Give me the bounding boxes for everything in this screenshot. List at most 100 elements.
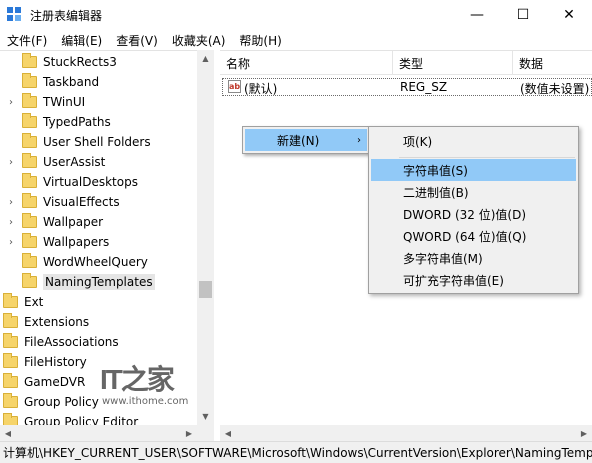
maximize-button[interactable]: ☐ (500, 0, 546, 30)
menu-item-expandable-string-value[interactable]: 可扩充字符串值(E) (371, 269, 576, 291)
folder-icon (22, 173, 37, 188)
close-button[interactable]: ✕ (546, 0, 592, 30)
context-menu: 新建(N) › (242, 126, 370, 154)
title-bar: 注册表编辑器 — ☐ ✕ (0, 0, 592, 30)
tree-item-label: StuckRects3 (43, 55, 117, 69)
submenu-arrow-icon: › (357, 134, 361, 146)
tree-item-virtualdesktops[interactable]: VirtualDesktops (6, 172, 138, 192)
folder-icon (22, 113, 37, 128)
tree-item-visualeffects[interactable]: › VisualEffects (6, 192, 120, 212)
tree-item-taskband[interactable]: Taskband (6, 72, 99, 92)
folder-icon (22, 153, 37, 168)
tree-item-fileassociations[interactable]: FileAssociations (0, 332, 119, 352)
column-header-type[interactable]: 类型 (393, 51, 513, 75)
folder-icon (22, 253, 37, 268)
tree-item-twinui[interactable]: › TWinUI (6, 92, 85, 112)
menu-item-key[interactable]: 项(K) (371, 130, 576, 152)
scroll-up-icon[interactable]: ▲ (197, 50, 214, 67)
chevron-right-icon[interactable]: › (6, 237, 16, 248)
column-header-name[interactable]: 名称 (220, 51, 393, 75)
menu-help[interactable]: 帮助(H) (232, 32, 288, 49)
menu-bar: 文件(F) 编辑(E) 查看(V) 收藏夹(A) 帮助(H) (0, 30, 592, 50)
status-bar: 计算机\HKEY_CURRENT_USER\SOFTWARE\Microsoft… (0, 441, 592, 463)
watermark-url: www.ithome.com (102, 396, 189, 407)
chevron-right-icon[interactable]: › (6, 197, 16, 208)
menu-item-qword-value[interactable]: QWORD (64 位)值(Q) (371, 225, 576, 247)
registry-path: 计算机\HKEY_CURRENT_USER\SOFTWARE\Microsoft… (3, 446, 592, 460)
chevron-right-icon[interactable]: › (6, 157, 16, 168)
tree-item-label: FileAssociations (24, 335, 119, 349)
tree-item-gamedvr[interactable]: GameDVR (0, 372, 85, 392)
tree-item-ext[interactable]: Ext (0, 292, 43, 312)
folder-icon (22, 213, 37, 228)
tree-item-label: UserAssist (43, 155, 106, 169)
tree-item-namingtemplates[interactable]: NamingTemplates (6, 272, 155, 292)
tree-item-label: User Shell Folders (43, 135, 151, 149)
tree-item-wordwheelquery[interactable]: WordWheelQuery (6, 252, 148, 272)
tree-item-userassist[interactable]: › UserAssist (6, 152, 105, 172)
tree-item-label: Taskband (43, 75, 100, 89)
folder-icon (3, 293, 18, 308)
scroll-right-icon[interactable]: ▶ (576, 425, 592, 441)
window-title: 注册表编辑器 (30, 9, 103, 23)
chevron-right-icon[interactable]: › (6, 97, 16, 108)
tree-item-group-policy[interactable]: Group Policy (0, 392, 99, 412)
menu-favorites[interactable]: 收藏夹(A) (165, 32, 233, 49)
watermark: IT之家 www.ithome.com (100, 358, 192, 410)
string-value-icon: ab (228, 80, 241, 93)
folder-icon (3, 333, 18, 348)
folder-icon (3, 393, 18, 408)
menu-edit[interactable]: 编辑(E) (54, 32, 109, 49)
scroll-down-icon[interactable]: ▼ (197, 408, 214, 425)
table-row[interactable]: ab (默认) REG_SZ (数值未设置) (222, 78, 592, 96)
tree-item-label: Wallpapers (43, 235, 110, 249)
folder-icon (22, 133, 37, 148)
tree-item-filehistory[interactable]: FileHistory (0, 352, 87, 372)
tree-item-label: GameDVR (24, 375, 86, 389)
tree-item-label: Group Policy (24, 395, 99, 409)
tree-vertical-scrollbar[interactable]: ▲ ▼ (197, 50, 214, 425)
menu-item-multi-string-value[interactable]: 多字符串值(M) (371, 247, 576, 269)
column-header-data[interactable]: 数据 (513, 51, 592, 75)
tree-item-label: TypedPaths (43, 115, 111, 129)
folder-icon (22, 53, 37, 68)
scroll-left-icon[interactable]: ◀ (0, 425, 16, 441)
tree-item-label: WordWheelQuery (43, 255, 148, 269)
tree-item-label: FileHistory (24, 355, 87, 369)
list-horizontal-scrollbar[interactable]: ◀ ▶ (220, 425, 592, 441)
tree-item-wallpaper[interactable]: › Wallpaper (6, 212, 103, 232)
minimize-button[interactable]: — (454, 0, 500, 30)
folder-icon (22, 73, 37, 88)
tree-item-stuckrects3[interactable]: StuckRects3 (6, 52, 117, 72)
folder-icon (3, 373, 18, 388)
menu-item-binary-value[interactable]: 二进制值(B) (371, 181, 576, 203)
menu-item-dword-value[interactable]: DWORD (32 位)值(D) (371, 203, 576, 225)
menu-item-label: 新建(N) (277, 133, 320, 148)
tree-item-label: TWinUI (43, 95, 86, 109)
list-header: 名称 类型 数据 (220, 51, 592, 75)
menu-item-string-value[interactable]: 字符串值(S) (371, 159, 576, 181)
tree-item-typedpaths[interactable]: TypedPaths (6, 112, 111, 132)
tree-item-wallpapers[interactable]: › Wallpapers (6, 232, 109, 252)
folder-icon (22, 193, 37, 208)
menu-separator (399, 157, 575, 158)
folder-icon (3, 353, 18, 368)
tree-item-label: Ext (24, 295, 44, 309)
menu-file[interactable]: 文件(F) (0, 32, 54, 49)
menu-item-new[interactable]: 新建(N) › (245, 129, 367, 151)
tree-item-label: Wallpaper (43, 215, 104, 229)
tree-horizontal-scrollbar[interactable]: ◀ ▶ (0, 425, 214, 441)
tree-item-extensions[interactable]: Extensions (0, 312, 89, 332)
folder-icon (22, 273, 37, 288)
tree-item-user-shell-folders[interactable]: User Shell Folders (6, 132, 151, 152)
menu-view[interactable]: 查看(V) (109, 32, 165, 49)
scroll-thumb[interactable] (199, 281, 212, 298)
chevron-right-icon[interactable]: › (6, 217, 16, 228)
scroll-right-icon[interactable]: ▶ (181, 425, 197, 441)
scroll-left-icon[interactable]: ◀ (220, 425, 236, 441)
tree-item-label: NamingTemplates (43, 274, 155, 290)
tree-item-label: VirtualDesktops (43, 175, 138, 189)
value-type: REG_SZ (400, 80, 448, 94)
tree-item-label: Extensions (24, 315, 90, 329)
folder-icon (22, 93, 37, 108)
